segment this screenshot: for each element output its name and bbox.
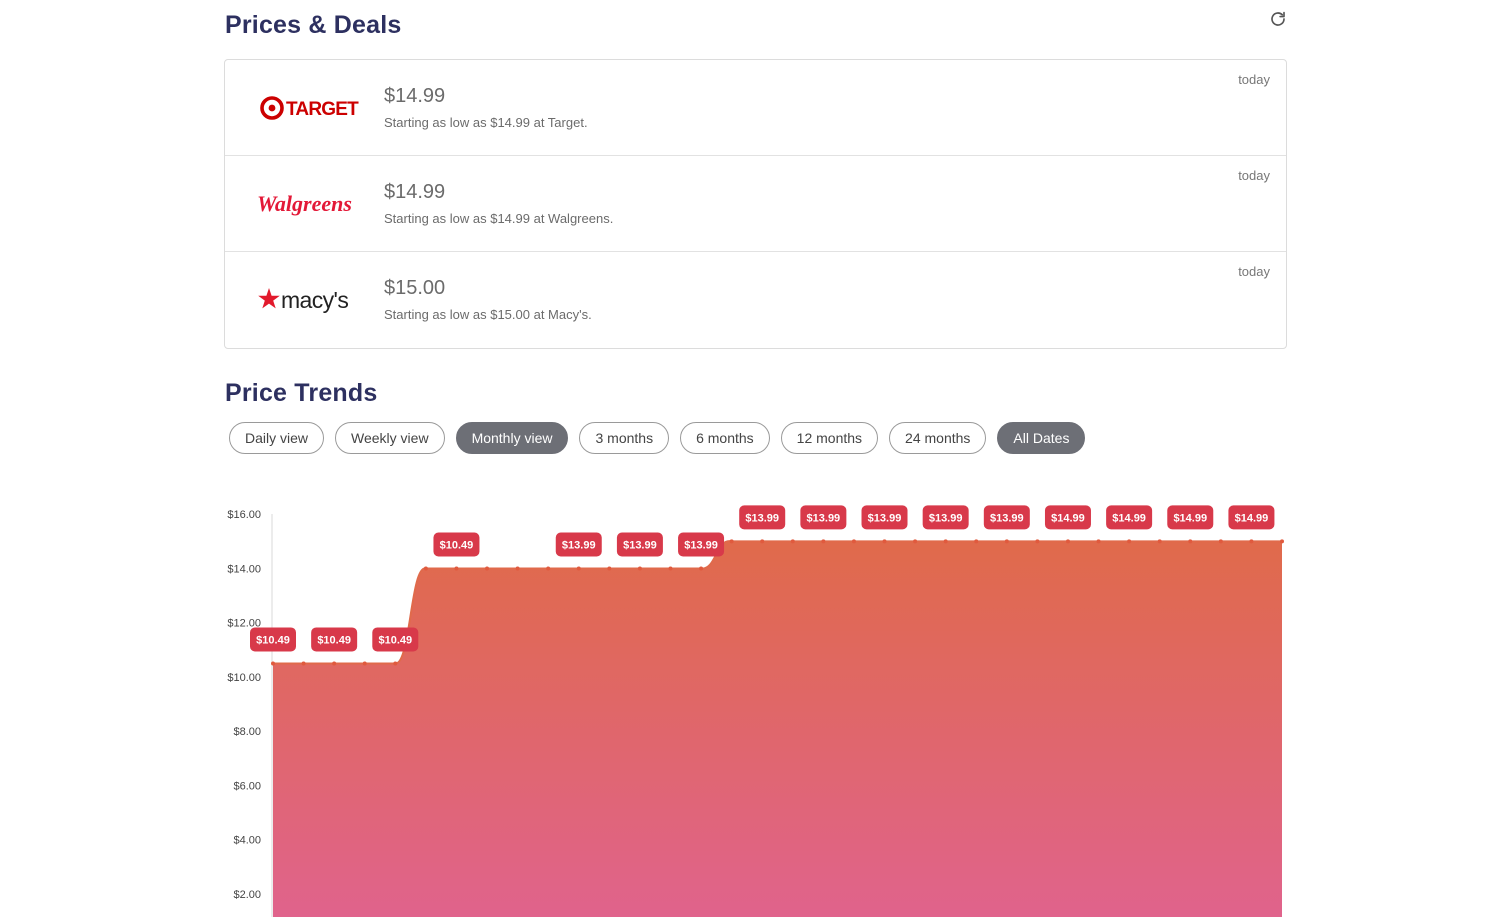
data-point <box>576 566 581 571</box>
data-label: $13.99 <box>861 505 908 530</box>
data-point <box>607 566 612 571</box>
data-point <box>1004 539 1009 544</box>
data-label: $14.99 <box>1044 505 1091 530</box>
data-label: $13.99 <box>678 532 725 557</box>
data-label: $10.49 <box>311 627 358 652</box>
data-point <box>974 539 979 544</box>
data-point <box>393 661 398 666</box>
data-point <box>515 566 520 571</box>
data-point <box>1065 539 1070 544</box>
data-point <box>699 566 704 571</box>
data-point <box>1127 539 1132 544</box>
data-point <box>729 539 734 544</box>
data-point <box>362 661 367 666</box>
data-point <box>1096 539 1101 544</box>
data-label-text: $13.99 <box>807 512 841 524</box>
data-point <box>790 539 795 544</box>
data-label: $13.99 <box>800 505 847 530</box>
data-point <box>485 566 490 571</box>
data-label-text: $10.49 <box>256 634 290 646</box>
y-tick-label: $14.00 <box>227 563 261 575</box>
data-point <box>332 661 337 666</box>
data-label-text: $13.99 <box>562 540 596 552</box>
data-label-text: $14.99 <box>1235 512 1269 524</box>
y-tick-label: $2.00 <box>233 889 261 901</box>
data-point <box>668 566 673 571</box>
y-tick-label: $16.00 <box>227 509 261 521</box>
data-point <box>271 661 275 666</box>
data-label-text: $10.49 <box>317 634 351 646</box>
data-point <box>943 539 948 544</box>
data-label-text: $10.49 <box>378 634 412 646</box>
data-label-text: $10.49 <box>440 540 474 552</box>
data-label: $14.99 <box>1106 505 1153 530</box>
data-point <box>1188 539 1193 544</box>
data-point <box>637 566 642 571</box>
data-point <box>1280 539 1284 544</box>
data-point <box>1157 539 1162 544</box>
data-label-text: $14.99 <box>1173 512 1207 524</box>
data-label: $13.99 <box>983 505 1030 530</box>
data-point <box>821 539 826 544</box>
data-label: $14.99 <box>1228 505 1275 530</box>
data-point <box>760 539 765 544</box>
data-point <box>423 566 428 571</box>
data-label-text: $13.99 <box>929 512 963 524</box>
data-point <box>1035 539 1040 544</box>
data-label-text: $13.99 <box>868 512 902 524</box>
y-tick-label: $6.00 <box>233 780 261 792</box>
data-label-text: $13.99 <box>745 512 779 524</box>
data-point <box>454 566 459 571</box>
data-point <box>851 539 856 544</box>
y-tick-label: $8.00 <box>233 726 261 738</box>
data-label: $13.99 <box>739 505 786 530</box>
y-tick-label: $10.00 <box>227 672 261 684</box>
data-label: $13.99 <box>616 532 663 557</box>
data-label-text: $13.99 <box>623 540 657 552</box>
data-label-text: $13.99 <box>684 540 718 552</box>
data-label: $13.99 <box>555 532 602 557</box>
data-label-text: $14.99 <box>1112 512 1146 524</box>
y-tick-label: $4.00 <box>233 835 261 847</box>
data-label: $10.49 <box>372 627 419 652</box>
data-point <box>546 566 551 571</box>
data-label: $10.49 <box>433 532 480 557</box>
data-point <box>882 539 887 544</box>
data-point <box>913 539 918 544</box>
data-label: $10.49 <box>250 627 296 652</box>
data-label-text: $13.99 <box>990 512 1024 524</box>
data-point <box>1249 539 1254 544</box>
price-trend-chart: $2.00$4.00$6.00$8.00$10.00$12.00$14.00$1… <box>227 505 1284 917</box>
data-label: $13.99 <box>922 505 969 530</box>
data-label-text: $14.99 <box>1051 512 1085 524</box>
price-area <box>273 541 1282 917</box>
data-label: $14.99 <box>1167 505 1214 530</box>
data-point <box>301 661 306 666</box>
data-point <box>1218 539 1223 544</box>
